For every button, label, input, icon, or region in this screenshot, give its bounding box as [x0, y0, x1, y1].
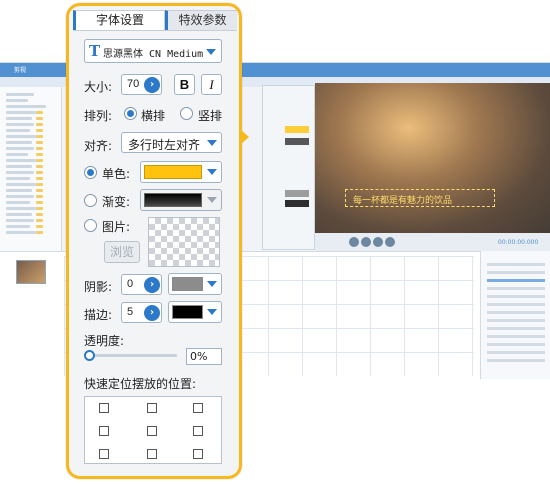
- position-grid: [84, 396, 222, 464]
- position-bottom-right[interactable]: [193, 449, 203, 459]
- chevron-down-icon: [207, 169, 217, 175]
- font-type-icon: T: [89, 42, 101, 60]
- chevron-down-icon: [207, 140, 217, 146]
- chevron-right-icon[interactable]: ›: [144, 305, 160, 321]
- opacity-slider-handle[interactable]: [84, 350, 95, 361]
- solid-color-label[interactable]: 单色:: [102, 165, 130, 182]
- position-top-left[interactable]: [99, 403, 109, 413]
- browse-button[interactable]: 浏览: [104, 241, 140, 263]
- gradient-radio[interactable]: [84, 194, 97, 207]
- horizontal-radio[interactable]: [124, 107, 137, 120]
- tab-font-settings[interactable]: 字体设置: [73, 10, 165, 31]
- horizontal-option-label[interactable]: 横排: [141, 107, 165, 124]
- position-middle-left[interactable]: [99, 426, 109, 436]
- shadow-label: 阴影:: [84, 280, 113, 294]
- opacity-slider-track[interactable]: [87, 354, 177, 357]
- image-preview: [148, 217, 220, 267]
- stroke-color-swatch: [172, 305, 203, 319]
- bold-button[interactable]: B: [174, 74, 195, 95]
- align-label: 对齐:: [84, 139, 113, 153]
- tab-divider: [73, 30, 237, 31]
- size-label: 大小:: [84, 80, 113, 94]
- image-radio[interactable]: [84, 219, 97, 232]
- chevron-down-icon: [207, 309, 217, 315]
- shadow-color-swatch: [172, 277, 203, 291]
- vertical-radio[interactable]: [180, 107, 193, 120]
- position-top-center[interactable]: [147, 403, 157, 413]
- chevron-down-icon: [207, 197, 217, 203]
- panel-tabs: 字体设置 特效参数: [73, 10, 237, 31]
- callout-pointer: [241, 130, 249, 144]
- gradient-picker[interactable]: [140, 189, 222, 211]
- solid-color-radio[interactable]: [84, 166, 97, 179]
- chevron-down-icon: [206, 49, 216, 55]
- chevron-right-icon[interactable]: ›: [144, 277, 160, 293]
- position-bottom-left[interactable]: [99, 449, 109, 459]
- tab-effect-params[interactable]: 特效参数: [165, 10, 237, 31]
- shadow-input[interactable]: 0 ›: [121, 274, 162, 295]
- layout-label: 排列:: [84, 109, 113, 123]
- image-label[interactable]: 图片:: [102, 218, 130, 235]
- solid-color-swatch: [144, 165, 202, 179]
- chevron-right-icon[interactable]: ›: [144, 77, 160, 93]
- shadow-color-picker[interactable]: [168, 273, 222, 295]
- opacity-label: 透明度:: [84, 334, 125, 348]
- align-select[interactable]: 多行时左对齐: [121, 132, 222, 153]
- position-top-right[interactable]: [193, 403, 203, 413]
- vertical-option-label[interactable]: 竖排: [198, 107, 222, 124]
- stroke-input[interactable]: 5 ›: [121, 302, 162, 323]
- chevron-down-icon: [207, 281, 217, 287]
- font-family-name: 思源黑体 CN Medium: [103, 49, 204, 60]
- solid-color-picker[interactable]: [140, 161, 222, 183]
- gradient-label[interactable]: 渐变:: [102, 193, 130, 210]
- italic-button[interactable]: I: [201, 74, 222, 95]
- shadow-value: 0: [127, 278, 134, 290]
- position-middle-right[interactable]: [193, 426, 203, 436]
- align-value: 多行时左对齐: [128, 138, 201, 152]
- stroke-color-picker[interactable]: [168, 301, 222, 323]
- opacity-input[interactable]: 0%: [186, 348, 222, 365]
- stroke-value: 5: [127, 306, 134, 318]
- position-bottom-center[interactable]: [147, 449, 157, 459]
- size-input[interactable]: 70 ›: [121, 74, 162, 95]
- stroke-label: 描边:: [84, 308, 113, 322]
- gradient-swatch: [144, 193, 202, 207]
- quick-position-label: 快速定位摆放的位置:: [84, 377, 197, 391]
- size-value: 70: [127, 78, 140, 90]
- position-middle-center[interactable]: [147, 426, 157, 436]
- font-family-select[interactable]: T 思源黑体 CN Medium: [84, 39, 222, 63]
- font-settings-panel: 字体设置 特效参数 T 思源黑体 CN Medium 大小: 70 › B I …: [73, 10, 237, 474]
